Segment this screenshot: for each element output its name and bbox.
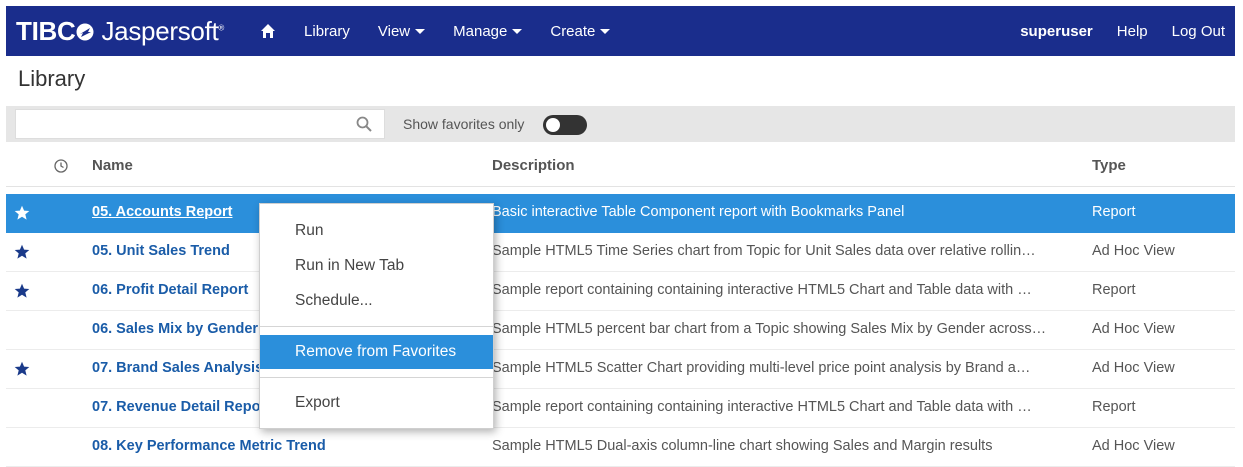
menu-item-schedule[interactable]: Schedule... bbox=[260, 284, 493, 318]
column-header-type[interactable]: Type bbox=[1092, 157, 1126, 174]
resource-type: Report bbox=[1092, 204, 1136, 220]
help-link[interactable]: Help bbox=[1117, 23, 1148, 40]
resource-description: Basic interactive Table Component report… bbox=[492, 204, 905, 220]
menu-divider bbox=[260, 326, 493, 327]
resource-description: Sample HTML5 Scatter Chart providing mul… bbox=[492, 360, 1031, 376]
logo-mark-icon bbox=[76, 23, 94, 40]
favorites-only-label: Show favorites only bbox=[403, 116, 525, 132]
logout-link[interactable]: Log Out bbox=[1172, 23, 1225, 40]
clock-icon[interactable] bbox=[54, 159, 68, 173]
resource-name-link[interactable]: 07. Brand Sales Analysis bbox=[92, 360, 263, 376]
menu-item-export[interactable]: Export bbox=[260, 386, 493, 420]
nav-manage-label: Manage bbox=[453, 22, 508, 40]
nav-create[interactable]: Create bbox=[550, 22, 611, 40]
toggle-knob bbox=[546, 118, 560, 132]
context-menu: Run Run in New Tab Schedule... Remove fr… bbox=[259, 203, 494, 429]
resource-name-link[interactable]: 07. Revenue Detail Report bbox=[92, 399, 271, 415]
menu-divider bbox=[260, 377, 493, 378]
favorite-star-icon[interactable] bbox=[14, 244, 30, 260]
column-header-name[interactable]: Name bbox=[92, 157, 133, 174]
resource-name-link[interactable]: 05. Accounts Report bbox=[92, 204, 232, 220]
nav-view[interactable]: View bbox=[377, 22, 426, 40]
menu-item-label: Run in New Tab bbox=[295, 257, 405, 274]
nav-manage[interactable]: Manage bbox=[453, 22, 523, 40]
chevron-down-icon bbox=[600, 29, 611, 35]
table-row[interactable]: 07. Brand Sales Analysis Sample HTML5 Sca… bbox=[6, 350, 1235, 389]
filter-bar: Show favorites only bbox=[6, 106, 1235, 142]
column-header-description[interactable]: Description bbox=[492, 157, 575, 174]
menu-item-label: Export bbox=[295, 394, 340, 411]
resource-type: Ad Hoc View bbox=[1092, 360, 1175, 376]
favorite-star-icon[interactable] bbox=[14, 361, 30, 377]
logo-brand: TIBC bbox=[16, 15, 76, 46]
top-navigation-bar: TIBC Jaspersoft® Library View Manage Crea… bbox=[6, 6, 1235, 56]
menu-item-label: Remove from Favorites bbox=[295, 343, 457, 360]
nav-library-label: Library bbox=[304, 22, 350, 40]
menu-item-run[interactable]: Run bbox=[260, 214, 493, 248]
app-logo[interactable]: TIBC Jaspersoft® bbox=[16, 16, 224, 47]
nav-view-label: View bbox=[377, 22, 411, 40]
menu-item-label: Run bbox=[295, 222, 324, 239]
favorite-star-icon[interactable] bbox=[14, 283, 30, 299]
table-header: Name Description Type bbox=[6, 146, 1235, 187]
user-menu[interactable]: superuser bbox=[1020, 23, 1093, 40]
resource-name-link[interactable]: 06. Profit Detail Report bbox=[92, 282, 248, 298]
nav-create-label: Create bbox=[550, 22, 596, 40]
resource-type: Ad Hoc View bbox=[1092, 321, 1175, 337]
resource-type: Ad Hoc View bbox=[1092, 243, 1175, 259]
page-title: Library bbox=[18, 66, 86, 91]
nav-right-group: superuser Help Log Out bbox=[1020, 23, 1235, 40]
resource-name-link[interactable]: 08. Key Performance Metric Trend bbox=[92, 438, 326, 454]
chevron-down-icon bbox=[512, 29, 523, 35]
table-row[interactable]: 08. Key Performance Metric Trend Sample H… bbox=[6, 428, 1235, 467]
favorites-only-toggle[interactable] bbox=[543, 115, 587, 135]
resource-description: Sample report containing containing inte… bbox=[492, 399, 1032, 415]
resource-description: Sample HTML5 percent bar chart from a To… bbox=[492, 321, 1047, 337]
menu-item-label: Schedule... bbox=[295, 292, 373, 309]
search-input[interactable] bbox=[15, 109, 385, 139]
menu-item-remove-from-favorites[interactable]: Remove from Favorites bbox=[260, 335, 493, 369]
resource-name-link[interactable]: 05. Unit Sales Trend bbox=[92, 243, 230, 259]
resource-description: Sample HTML5 Dual-axis column-line chart… bbox=[492, 438, 993, 454]
resource-description: Sample HTML5 Time Series chart from Topi… bbox=[492, 243, 1036, 259]
search-icon[interactable] bbox=[356, 116, 372, 132]
menu-item-run-in-new-tab[interactable]: Run in New Tab bbox=[260, 249, 493, 283]
resource-type: Report bbox=[1092, 399, 1136, 415]
resource-type: Report bbox=[1092, 282, 1136, 298]
table-row[interactable]: 06. Sales Mix by Gender Sample HTML5 perc… bbox=[6, 311, 1235, 350]
table-row[interactable]: 05. Unit Sales Trend Sample HTML5 Time Se… bbox=[6, 233, 1235, 272]
home-icon[interactable] bbox=[260, 23, 276, 39]
table-row[interactable]: 05. Accounts Report Basic interactive Tab… bbox=[6, 194, 1235, 233]
nav-library[interactable]: Library bbox=[304, 23, 350, 40]
table-row[interactable]: 06. Profit Detail Report Sample report co… bbox=[6, 272, 1235, 311]
favorite-star-icon[interactable] bbox=[14, 205, 30, 221]
table-row[interactable]: 07. Revenue Detail Report Sample report c… bbox=[6, 389, 1235, 428]
chevron-down-icon bbox=[415, 29, 426, 35]
resource-description: Sample report containing containing inte… bbox=[492, 282, 1032, 298]
resource-type: Ad Hoc View bbox=[1092, 438, 1175, 454]
resource-name-link[interactable]: 06. Sales Mix by Gender bbox=[92, 321, 258, 337]
logo-product: Jaspersoft bbox=[101, 15, 219, 46]
